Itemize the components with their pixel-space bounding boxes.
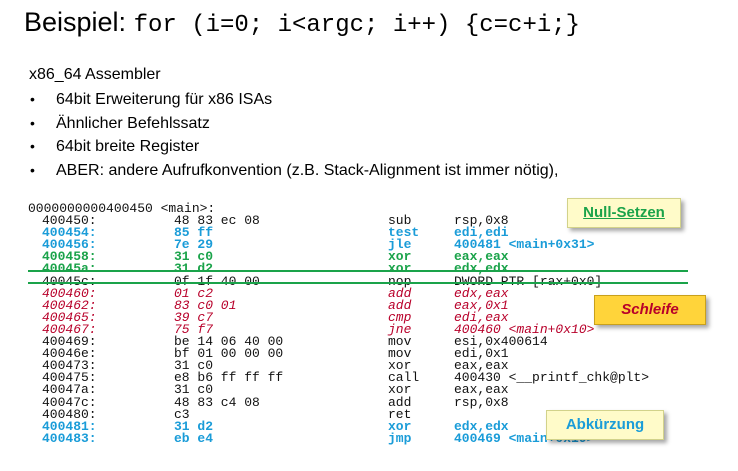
slide-title: Beispiel: for (i=0; i<argc; i++) {c=c+i;… — [24, 6, 580, 42]
highlight-line — [28, 270, 688, 272]
bullet-text: 64bit breite Register — [56, 138, 200, 155]
listing-rows: 400450: 48 83 ec 08 sub rsp,0x8 400454: 85 ff… — [28, 214, 649, 445]
bullet-list: • 64bit Erweiterung für x86 ISAs • Ähnlich… — [29, 88, 558, 182]
bullet-item: • Ähnlicher Befehlssatz — [29, 112, 558, 136]
bullet-text: ABER: andere Aufrufkonvention (z.B. Stac… — [56, 161, 559, 179]
bullet-item: • 64bit breite Register — [29, 135, 558, 159]
assembly-listing: 0000000000400450 <main>: 400450: 48 83 ec… — [28, 202, 649, 445]
bullet-dot: • — [30, 161, 35, 178]
bullet-item: • 64bit Erweiterung für x86 ISAs — [29, 88, 558, 112]
title-prefix: Beispiel: — [24, 7, 127, 37]
listing-row: 400483: eb e4 jmp 400469 <main+0x19> — [28, 432, 594, 445]
instruction-operands: rsp,0x8 — [454, 394, 509, 410]
bullet-dot: • — [30, 91, 35, 107]
instruction-address: 400483: — [42, 430, 97, 446]
bullet-text: Ähnlicher Befehlssatz — [56, 114, 210, 132]
title-code: for (i=0; i<argc; i++) {c=c+i;} — [133, 12, 581, 39]
subtitle: x86_64 Assembler — [29, 66, 161, 83]
bullet-item: • ABER: andere Aufrufkonvention (z.B. Sta… — [29, 159, 558, 183]
bullet-dot: • — [30, 138, 35, 154]
bullet-dot: • — [30, 114, 35, 131]
instruction-mnemonic: jmp — [388, 430, 412, 446]
label-abkuerzung: Abkürzung — [546, 410, 664, 440]
highlight-line — [28, 282, 688, 284]
label-schleife: Schleife — [594, 295, 706, 325]
bullet-text: 64bit Erweiterung für x86 ISAs — [56, 91, 273, 108]
label-null-setzen: Null-Setzen — [567, 198, 681, 228]
instruction-bytes: eb e4 — [174, 430, 214, 446]
